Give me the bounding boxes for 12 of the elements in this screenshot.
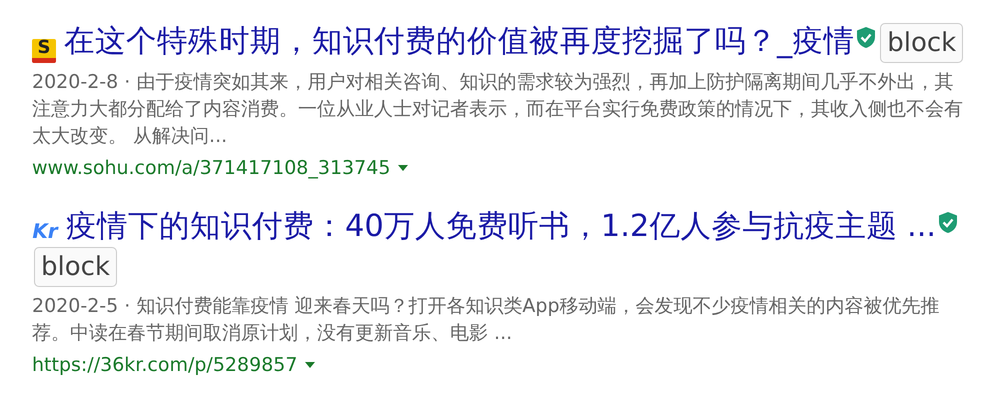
result-title-link[interactable]: 疫情下的知识付费：40万人免费听书，1.2亿人参与抗疫主题 ... — [66, 208, 936, 244]
result-url-link[interactable]: www.sohu.com/a/371417108_313745 — [32, 154, 390, 181]
block-button[interactable]: block — [34, 247, 117, 288]
dropdown-caret-icon[interactable] — [305, 362, 316, 368]
site-logo-icon: S — [32, 38, 56, 62]
block-button[interactable]: block — [880, 22, 964, 63]
result-url-link[interactable]: https://36kr.com/p/5289857 — [32, 352, 298, 378]
site-logo-icon: Kr — [32, 218, 58, 243]
result-title-link[interactable]: 在这个特殊时期，知识付费的价值被再度挖掘了吗？_疫情 — [64, 24, 854, 59]
result-snippet: 2020-2-8 · 由于疫情突如其来，用户对相关咨询、知识的需求较为强烈，再加上防护隔离期间几乎不外出，其注意力大都分配给了内容消费。一位从业人士对记者表示，而在平台实行免费政策的情况下，其收入侧也不会有太大改变。 从解决问... — [32, 70, 964, 149]
result-snippet: 2020-2-5 · 知识付费能靠疫情 迎来春天吗？打开各知识类App移动端，会发现不少疫情相关的内容被优先推荐。中读在春节期间取消原计划，没有更新音乐、电影 ... — [32, 294, 941, 346]
dropdown-caret-icon[interactable] — [398, 164, 408, 171]
